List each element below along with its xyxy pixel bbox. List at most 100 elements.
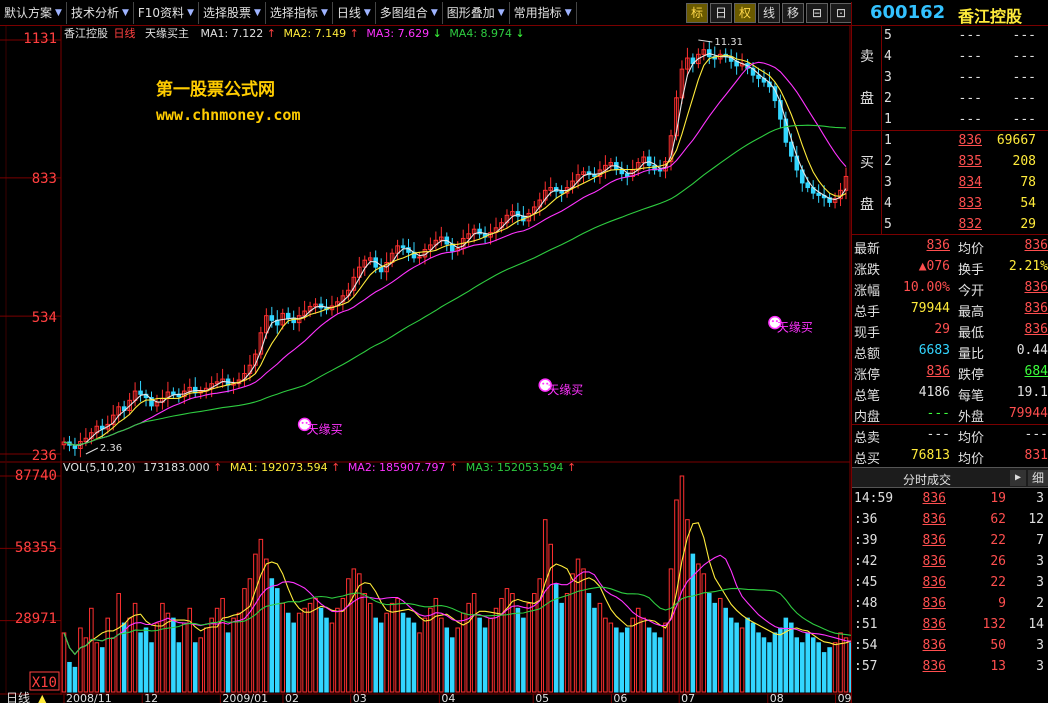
tick-volume: 50 xyxy=(990,638,1006,653)
dropdown-arrow-icon: ▼ xyxy=(320,8,328,18)
stat-label: 内盘 xyxy=(854,410,881,425)
menu-button-label: F10资料 xyxy=(137,6,185,20)
volume-bar xyxy=(663,622,668,693)
stat-row: 最新 836 均价 836 xyxy=(852,236,1048,257)
volume-bar xyxy=(439,617,444,693)
stat-label: 总手 xyxy=(854,305,881,320)
stat-label: 现手 xyxy=(854,326,881,341)
volume-bar xyxy=(406,617,411,693)
tick-time: :42 xyxy=(854,554,878,569)
tick-volume: 19 xyxy=(990,491,1006,506)
menu-button[interactable]: 选择股票 ▼ xyxy=(199,2,266,24)
candle-body xyxy=(269,315,275,321)
toolbar-toggle-button[interactable]: 标 xyxy=(686,3,708,23)
buy-signal: 天缘买 xyxy=(768,315,813,335)
candle-body xyxy=(285,312,291,319)
sell-order-row: 3 --- --- xyxy=(882,68,1048,89)
stat-label: 均价 xyxy=(958,452,985,467)
chart-ma4: MA4: 8.974 xyxy=(449,27,512,40)
menu-button[interactable]: 图形叠加 ▼ xyxy=(443,2,510,24)
tick-time: :54 xyxy=(854,638,878,653)
volume-bar xyxy=(307,602,313,693)
play-icon[interactable]: ▶ xyxy=(1010,470,1026,486)
high-label: 11.31 xyxy=(714,37,743,48)
volume-bar xyxy=(466,602,471,693)
order-volume: --- xyxy=(1012,91,1036,106)
volume-bar xyxy=(734,622,739,693)
vol-header: VOL(5,10,20) 173183.000 ↑ MA1: 192073.59… xyxy=(63,461,576,474)
x-tick-label: 09 xyxy=(838,692,851,703)
vol-header-ma2: MA2: 185907.797 xyxy=(348,461,446,474)
high-pointer xyxy=(698,39,713,43)
buy-signals: 天缘买天缘买天缘买天缘买天缘买 xyxy=(297,315,813,436)
tick-volume: 22 xyxy=(990,575,1006,590)
buy-order-row: 2 835 208 xyxy=(882,152,1048,173)
vol-tick-label: 87740 xyxy=(15,468,57,484)
tick-price: 836 xyxy=(922,596,946,611)
toolbar-toggle-button[interactable]: ⊡ xyxy=(830,3,852,23)
detail-button[interactable]: 细 xyxy=(1028,470,1048,486)
menu-button[interactable]: 技术分析 ▼ xyxy=(67,2,134,24)
volume-bar xyxy=(614,627,619,693)
menu-button[interactable]: 常用指标 ▼ xyxy=(510,2,577,24)
volume-bar xyxy=(351,568,357,693)
menu-button-label: 技术分析 xyxy=(70,6,119,20)
volume-bar xyxy=(701,573,707,693)
stats-sep xyxy=(852,424,1048,425)
volume-bar xyxy=(532,593,537,693)
volume-bar xyxy=(258,538,264,693)
toolbar-toggle-button[interactable]: 移 xyxy=(782,3,804,23)
menu-button-label: 常用指标 xyxy=(513,6,562,20)
menu-button[interactable]: 选择指标 ▼ xyxy=(266,2,333,24)
tick-row: :36 836 62 12 xyxy=(852,510,1048,531)
candle-body xyxy=(171,391,176,395)
volume-bar xyxy=(171,617,176,693)
volume-bar xyxy=(362,593,368,693)
toolbar-toggle-button[interactable]: ⊟ xyxy=(806,3,828,23)
order-price: --- xyxy=(958,49,982,64)
toolbar-toggle-button[interactable]: 权 xyxy=(734,3,756,23)
volume-bar xyxy=(821,652,827,693)
kline-chart[interactable]: 天缘买天缘买天缘买天缘买天缘买 2.3611.31 1131 833 534 2… xyxy=(0,26,851,703)
arrow-icon: ↑ xyxy=(567,461,576,474)
stat-value: 4186 xyxy=(918,385,950,400)
ticks-title[interactable]: 分时成交 xyxy=(852,471,1002,488)
dropdown-arrow-icon: ▼ xyxy=(430,8,438,18)
volume-bar xyxy=(739,627,745,693)
stat-label: 跌停 xyxy=(958,368,985,383)
volume-bar xyxy=(559,602,564,693)
tick-volume: 9 xyxy=(998,596,1006,611)
chart-ma2: MA2: 7.149 xyxy=(283,27,346,40)
menu-button[interactable]: 多图组合 ▼ xyxy=(376,2,443,24)
toolbar-toggle-button[interactable]: 线 xyxy=(758,3,780,23)
stock-code: 600162 xyxy=(870,2,946,23)
stat-label: 均价 xyxy=(958,242,985,257)
candles xyxy=(61,40,849,458)
arrow-icon: ↑ xyxy=(331,461,340,474)
volume-bar xyxy=(482,627,488,693)
toolbar-toggle-button[interactable]: 日 xyxy=(710,3,732,23)
menu-button[interactable]: F10资料 ▼ xyxy=(134,2,199,24)
menu-button[interactable]: 日线 ▼ xyxy=(333,2,376,24)
tick-price: 836 xyxy=(922,638,946,653)
vol-header-ma1: MA1: 192073.594 xyxy=(230,461,328,474)
volume-bar xyxy=(810,637,816,693)
dropdown-arrow-icon: ▼ xyxy=(363,8,371,18)
stat-value: 836 xyxy=(1024,301,1048,316)
stat-value: 6683 xyxy=(918,343,950,358)
order-level: 5 xyxy=(884,28,892,43)
arrow-icon: ↓ xyxy=(516,27,525,40)
tick-row: :57 836 13 3 xyxy=(852,657,1048,678)
stat-row: 总手 79944 最高 836 xyxy=(852,299,1048,320)
volume-bar xyxy=(373,617,378,693)
volume-bar xyxy=(799,642,805,693)
stat-value: 79944 xyxy=(1008,406,1048,421)
menu-button[interactable]: 默认方案 ▼ xyxy=(0,2,67,24)
x-tick-label: 04 xyxy=(441,692,455,703)
tick-row: :51 836 132 14 xyxy=(852,615,1048,636)
volume-bar xyxy=(318,607,324,693)
chart-indicator: 天缘买主 xyxy=(145,27,189,40)
volume-bar xyxy=(657,637,663,693)
volume-bar xyxy=(816,642,821,693)
volume-bar xyxy=(805,632,810,693)
